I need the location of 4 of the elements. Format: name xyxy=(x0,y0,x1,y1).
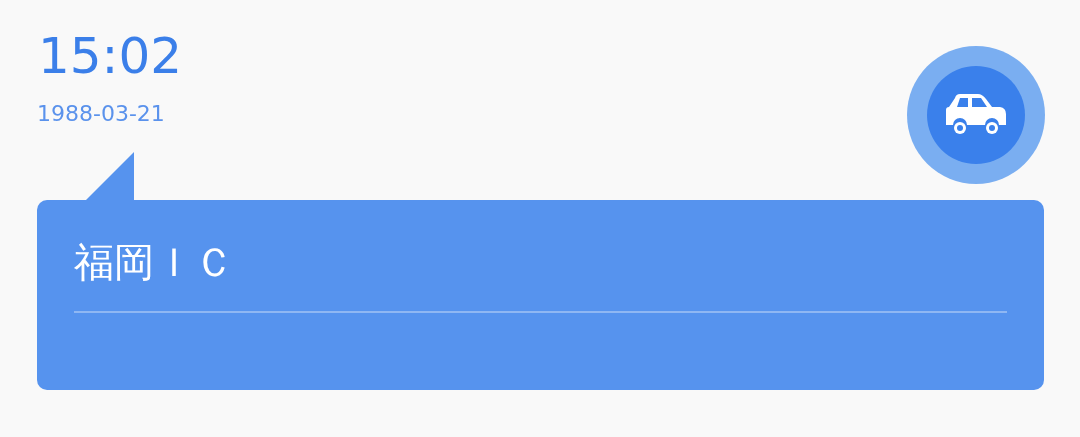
date-text: 1988-03-21 xyxy=(37,100,166,127)
car-icon xyxy=(945,94,1007,136)
location-title: 福岡ＩＣ xyxy=(74,238,235,286)
time-text: 15:02 xyxy=(38,28,183,86)
